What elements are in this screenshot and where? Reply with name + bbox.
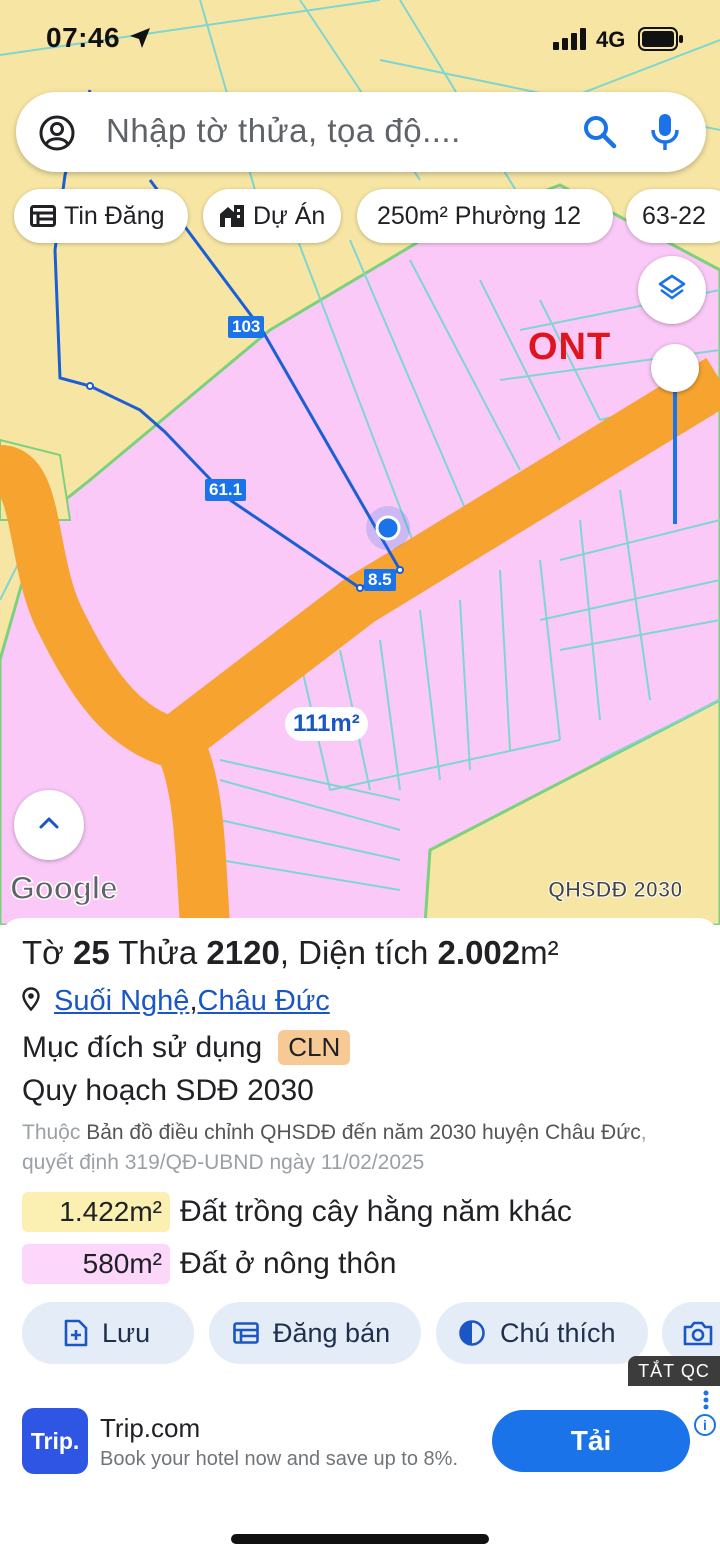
opacity-slider-handle[interactable]: [651, 344, 699, 392]
chip-label: Dự Án: [253, 201, 326, 230]
plan-title: Quy hoạch SDĐ 2030: [22, 1074, 314, 1107]
home-indicator[interactable]: [231, 1534, 489, 1544]
title-text: , Diện tích: [279, 934, 438, 971]
camera-icon: [682, 1319, 714, 1347]
search-input[interactable]: Nhập tờ thửa, tọa độ....: [106, 112, 461, 150]
save-icon: [64, 1319, 88, 1347]
location-pin-icon: [22, 986, 40, 1019]
ad-install-button[interactable]: Tải: [492, 1410, 690, 1472]
ad-subtitle: Book your hotel now and save up to 8%.: [100, 1448, 459, 1470]
land-use-description: Đất trồng cây hằng năm khác: [180, 1195, 572, 1228]
chip-recent-search[interactable]: 250m² Phường 12: [357, 189, 613, 243]
purpose-code-badge: CLN: [278, 1030, 351, 1065]
opacity-slider-track[interactable]: [673, 372, 677, 524]
trip-logo[interactable]: Trip.: [22, 1408, 88, 1474]
layers-button[interactable]: [638, 256, 706, 324]
land-use-area: 580m²: [22, 1244, 170, 1284]
save-button[interactable]: Lưu: [22, 1302, 194, 1364]
search-bar[interactable]: Nhập tờ thửa, tọa độ....: [16, 92, 706, 172]
layers-icon: [657, 273, 687, 308]
chip-recent-search[interactable]: 63-22: [626, 189, 720, 243]
contrast-icon: [458, 1319, 486, 1347]
district-link[interactable]: Châu Đức: [198, 985, 330, 1018]
separator: ,: [189, 985, 198, 1017]
battery-icon: [638, 27, 684, 56]
dimension-label: 61.1: [205, 479, 247, 501]
lot-number: 2120: [206, 934, 280, 971]
title-text: Tờ: [22, 934, 73, 971]
parcel-area: 2.002: [437, 934, 521, 971]
area-unit: m²: [520, 934, 559, 971]
google-logo: Google: [9, 869, 118, 907]
chip-label: 63-22: [642, 201, 706, 230]
plan-prefix: Thuộc: [22, 1121, 87, 1144]
current-location-icon: [375, 515, 401, 541]
land-use-description: Đất ở nông thôn: [180, 1247, 397, 1280]
plan-description: Thuộc Bản đồ điều chỉnh QHSDĐ đến năm 20…: [22, 1118, 702, 1178]
listing-icon: [233, 1322, 259, 1344]
search-icon[interactable]: [582, 114, 618, 155]
location-row: Suối Nghệ, Châu Đức: [22, 984, 330, 1019]
expand-button[interactable]: [14, 790, 84, 860]
land-use-row: 1.422m² Đất trồng cây hằng năm khác: [22, 1192, 572, 1232]
chip-label: 250m² Phường 12: [377, 201, 582, 230]
purpose-label: Mục đích sử dụng: [22, 1030, 263, 1064]
commune-link[interactable]: Suối Nghệ: [54, 985, 189, 1018]
signal-icon: [553, 28, 587, 55]
dimension-label: 103: [228, 316, 265, 338]
camera-button[interactable]: [662, 1302, 720, 1364]
status-bar: 07:46 4G: [0, 0, 720, 80]
ad-title[interactable]: Trip.com: [100, 1413, 200, 1444]
land-use-area: 1.422m²: [22, 1192, 170, 1232]
button-label: Lưu: [102, 1317, 151, 1348]
status-time: 07:46: [46, 22, 121, 53]
map-source-label: QHSDĐ 2030: [548, 877, 684, 903]
legend-button[interactable]: Chú thích: [436, 1302, 648, 1364]
buildings-icon: [219, 204, 245, 228]
map-view[interactable]: ONT 111m² 103 61.1 8.5 07:46 4G Nhập tờ …: [0, 0, 720, 925]
button-label: Chú thích: [500, 1317, 616, 1348]
ad-close-button[interactable]: TẮT QC: [628, 1356, 720, 1386]
plan-name[interactable]: Bản đồ điều chỉnh QHSDĐ đến năm 2030 huy…: [86, 1121, 641, 1144]
network-type: 4G: [596, 27, 626, 52]
listing-icon: [30, 205, 56, 227]
location-arrow-icon: [128, 26, 152, 55]
chip-du-an[interactable]: Dự Án: [203, 189, 341, 243]
more-options-icon[interactable]: [703, 1390, 709, 1415]
account-icon[interactable]: [38, 114, 76, 157]
zone-label: ONT: [528, 326, 612, 368]
area-label: 111m²: [285, 707, 368, 741]
dimension-label: 8.5: [364, 569, 396, 591]
title-text: Thửa: [109, 934, 207, 971]
sheet-number: 25: [72, 934, 110, 971]
chip-label: Tin Đăng: [64, 201, 165, 230]
microphone-icon[interactable]: [650, 112, 680, 157]
chip-tin-dang[interactable]: Tin Đăng: [14, 189, 188, 243]
land-use-row: 580m² Đất ở nông thôn: [22, 1244, 397, 1284]
ad-info-icon[interactable]: i: [694, 1414, 716, 1436]
parcel-title: Tờ 25 Thửa 2120, Diện tích 2.002m²: [22, 934, 559, 972]
chevron-up-icon: [37, 815, 61, 836]
post-sale-button[interactable]: Đăng bán: [209, 1302, 421, 1364]
land-purpose-row: Mục đích sử dụng CLN: [22, 1030, 351, 1065]
button-label: Đăng bán: [273, 1317, 391, 1348]
